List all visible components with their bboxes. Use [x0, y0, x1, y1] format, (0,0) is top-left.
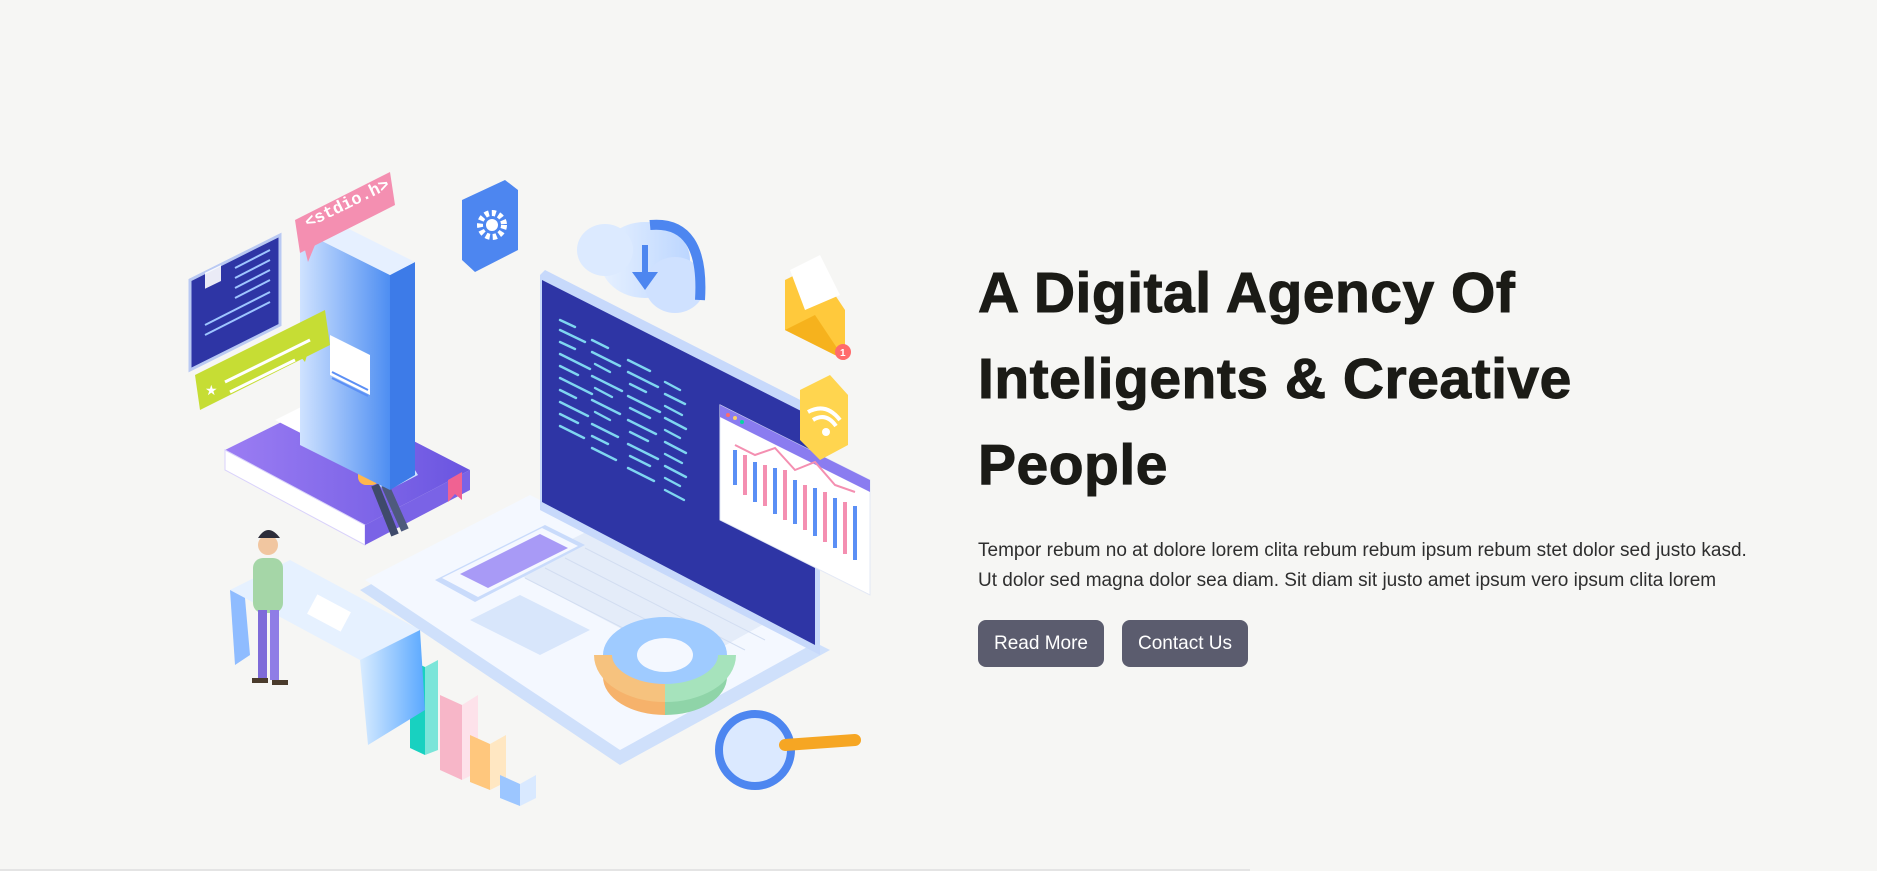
hero-title: A Digital Agency Of Inteligents & Creati… — [977, 250, 1758, 508]
blue-book — [300, 217, 415, 490]
donut-chart — [594, 617, 736, 715]
hero-text: A Digital Agency Of Inteligents & Creati… — [977, 250, 1758, 667]
desk-scene — [230, 530, 425, 745]
hero-buttons: Read More Contact Us — [978, 620, 1758, 667]
svg-text:★: ★ — [205, 382, 218, 398]
gear-icon — [462, 180, 518, 272]
hero-illustration: <stdio.h> ★ 1 — [188, 172, 871, 806]
mail-icon: 1 — [785, 255, 851, 360]
hero-title-line-3: People — [978, 433, 1168, 498]
magnifier-icon — [715, 710, 861, 790]
svg-text:1: 1 — [840, 348, 846, 359]
hero-title-line-2: Inteligents & Creative — [978, 347, 1572, 412]
read-more-button[interactable]: Read More — [978, 620, 1104, 667]
hero-description: Tempor rebum no at dolore lorem clita re… — [978, 540, 1747, 591]
hero-title-line-1: A Digital Agency Of — [977, 261, 1516, 326]
contact-us-button[interactable]: Contact Us — [1122, 620, 1248, 667]
